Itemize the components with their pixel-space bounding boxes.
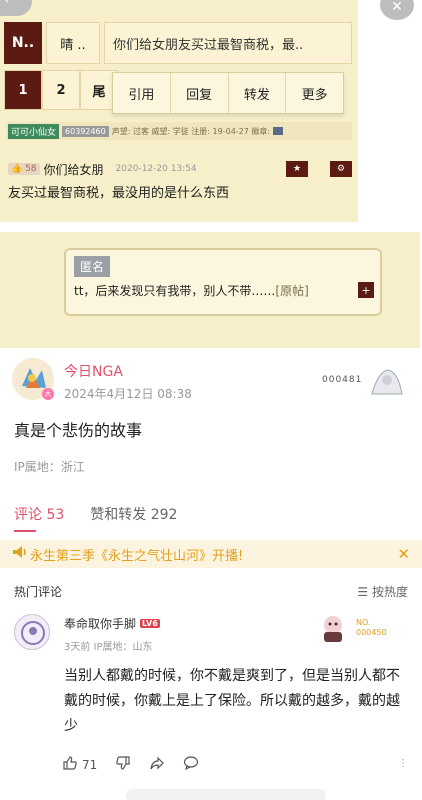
gear-icon: ⚙: [330, 161, 352, 177]
chevron-left-icon: ‹: [4, 0, 10, 8]
hot-comments-title: 热门评论: [14, 585, 63, 599]
forum-user-id: 60392460: [62, 125, 109, 137]
decoration-number: 000481: [322, 375, 363, 385]
plus-icon: +: [358, 282, 374, 298]
share-icon: [149, 755, 165, 774]
thumbs-down-icon: [115, 755, 131, 774]
forum-username: 可可小仙女: [8, 123, 60, 139]
comment-bubble-icon: [183, 755, 199, 774]
forum-menu-forward: 转发: [229, 73, 287, 113]
page: N.. 晴 .. 你们给女朋友买过最智商税，最.. 1 2 尾 引用 回复 转发…: [0, 0, 422, 800]
original-post-link: [原帖]: [275, 284, 309, 298]
like-button[interactable]: 71: [62, 755, 97, 774]
thumbs-up-icon: [62, 755, 78, 774]
forum-post-body: 友买过最智商税，最没用的是什么东西: [8, 186, 230, 201]
sort-label: 按热度: [371, 585, 408, 599]
ip-location: IP属地：浙江: [14, 460, 85, 474]
forum-user-info: 声望: 过客 威望: 学徒 注册: 19-04-27 徽章:: [111, 126, 271, 136]
post-content: 真是个悲伤的故事: [14, 421, 143, 440]
dislike-button[interactable]: [115, 755, 131, 774]
comment-text: 当别人都戴的时候，你不戴是爽到了，但是当别人都不戴的时候，你戴上是上了保险。所以…: [64, 668, 400, 734]
forum-nav-n: N..: [4, 22, 42, 64]
forum-popup-menu: 引用 回复 转发 更多: [112, 72, 344, 114]
anon-label: 匿名: [74, 256, 111, 277]
tab-comments[interactable]: 评论 53: [14, 504, 64, 524]
forum-title-bar: N.. 晴 .. 你们给女朋友买过最智商税，最..: [4, 22, 352, 64]
comment-actions: 71: [62, 755, 199, 774]
verified-badge-icon: 大: [42, 388, 54, 400]
tab-indicator: [14, 530, 36, 532]
tab-likes-reposts[interactable]: 赞和转发 292: [90, 504, 177, 524]
comment-input[interactable]: [126, 789, 326, 800]
avatar-decoration: 000481: [322, 366, 408, 398]
forum-post-line: 👍 58 你们给女朋 2020-12-20 13:54 ★ ⚙: [8, 158, 352, 180]
star-icon: ★: [286, 161, 308, 177]
badge-icon: [273, 127, 284, 135]
forum-menu-quote: 引用: [113, 73, 171, 113]
forum-menu-reply: 回复: [171, 73, 229, 113]
reply-button[interactable]: [183, 755, 199, 774]
close-icon[interactable]: ✕: [397, 545, 410, 563]
quote-box: 匿名 tt，后来发现只有我带，别人不带……[原帖] +: [64, 248, 382, 316]
sort-icon: ☰: [357, 585, 369, 599]
banner-text: 永生第三季《永生之气壮山河》开播!: [30, 548, 244, 564]
comment-author-name: 奉命取你手脚: [64, 617, 137, 631]
forum-likes: 👍 58: [8, 163, 40, 175]
comment-tabs: 评论 53 赞和转发 292: [14, 504, 177, 524]
forum-user-bar: 可可小仙女 60392460 声望: 过客 威望: 学徒 注册: 19-04-2…: [6, 122, 352, 140]
quote-screenshot: 匿名 tt，后来发现只有我带，别人不带……[原帖] +: [0, 232, 420, 348]
level-badge: LV6: [140, 619, 160, 628]
more-options-icon[interactable]: ⋮: [398, 758, 408, 769]
forum-page-2: 2: [42, 70, 80, 110]
announcement-banner[interactable]: 永生第三季《永生之气壮山河》开播! ✕: [0, 540, 422, 568]
close-button[interactable]: ✕: [380, 0, 414, 20]
forum-post-title: 你们给女朋: [43, 162, 104, 177]
forum-thread-title: 你们给女朋友买过最智商税，最..: [104, 22, 352, 64]
forum-page-1: 1: [4, 70, 42, 110]
forum-post-time: 2020-12-20 13:54: [115, 164, 197, 174]
forum-likes-count: 58: [25, 164, 37, 174]
close-icon: ✕: [391, 0, 403, 15]
share-button[interactable]: [149, 755, 165, 774]
forum-pager: 1 2 尾: [4, 70, 118, 110]
comment-decoration-number: NO. 000450: [356, 618, 387, 637]
forum-screenshot: N.. 晴 .. 你们给女朋友买过最智商税，最.. 1 2 尾 引用 回复 转发…: [0, 0, 358, 222]
comment-avatar[interactable]: [14, 614, 50, 650]
quote-text: tt，后来发现只有我带，别人不带……[原帖]: [74, 282, 309, 299]
comment-avatar-decoration: NO. 000450: [316, 612, 396, 646]
forum-menu-more: 更多: [301, 87, 328, 103]
like-count: 71: [82, 757, 98, 772]
comment-meta: 3天前 IP属地：山东: [64, 642, 153, 653]
quote-body: tt，后来发现只有我带，别人不带……: [74, 284, 276, 298]
post-time: 2024年4月12日 08:38: [64, 387, 192, 401]
post-author[interactable]: 今日NGA: [64, 361, 123, 381]
comment-author[interactable]: 奉命取你手脚 LV6: [64, 615, 160, 632]
speaker-icon: [12, 545, 30, 563]
forum-nav-q: 晴 ..: [46, 22, 100, 64]
sort-button[interactable]: ☰ 按热度: [357, 583, 408, 600]
